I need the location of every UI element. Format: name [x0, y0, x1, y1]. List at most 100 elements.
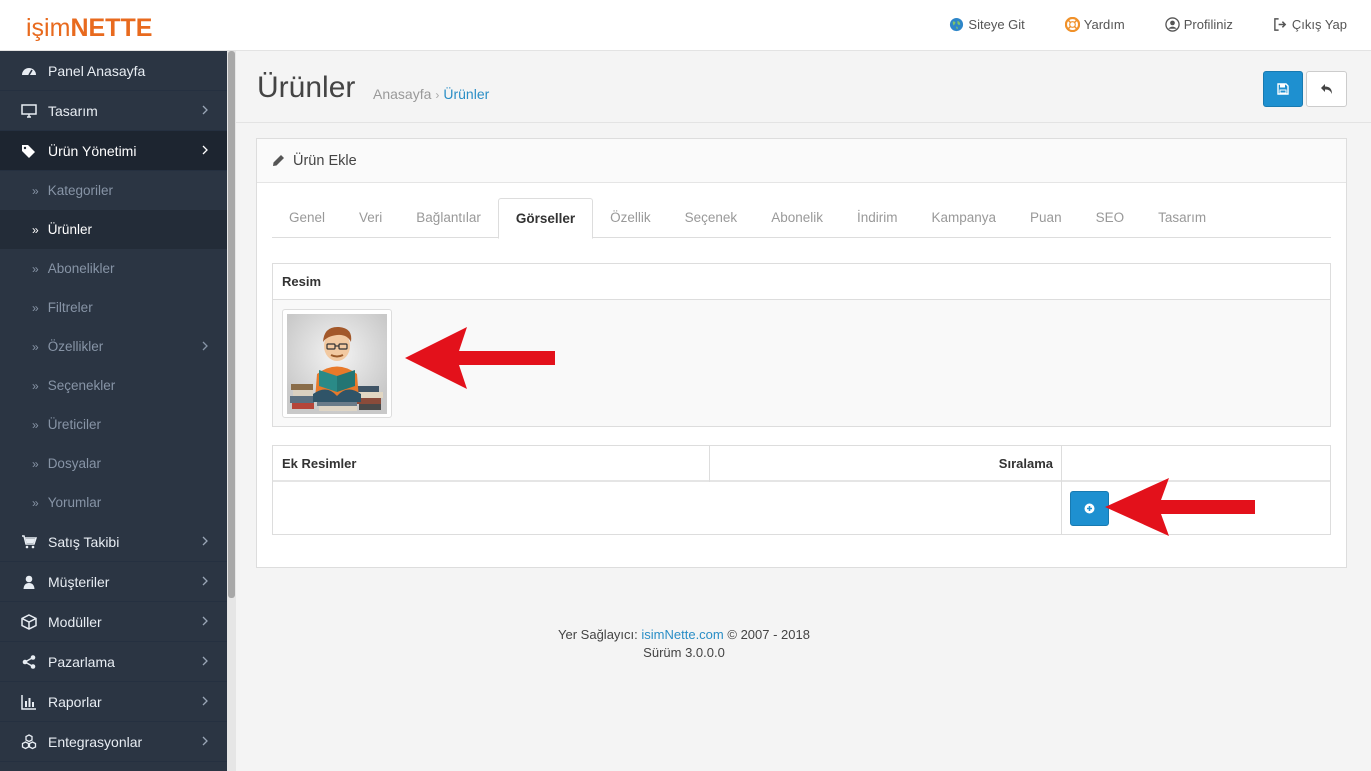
sidebar-item-label: Satış Takibi: [48, 533, 120, 550]
nav-logout-label: Çıkış Yap: [1291, 17, 1347, 32]
sidebar-item-marketing[interactable]: Pazarlama: [0, 642, 227, 682]
chevron-right-icon: [202, 696, 208, 706]
sidebar-item-integrations[interactable]: Entegrasyonlar: [0, 722, 227, 762]
sidebar-item-dashboard[interactable]: Panel Anasayfa: [0, 51, 227, 91]
lifebuoy-icon: [1064, 17, 1080, 32]
sidebar-sub-label: Yorumlar: [47, 495, 102, 510]
sidebar-sub-filters[interactable]: » Filtreler: [0, 288, 227, 327]
sidebar-item-reports[interactable]: Raporlar: [0, 682, 227, 722]
globe-icon: [950, 17, 964, 32]
sidebar-sub-label: Ürünler: [47, 222, 92, 237]
cart-icon: [22, 534, 37, 548]
tab-design[interactable]: Tasarım: [1141, 198, 1223, 238]
tab-attribute[interactable]: Özellik: [593, 198, 668, 238]
sidebar-sub-downloads[interactable]: » Dosyalar: [0, 444, 227, 483]
sort-order-header: Sıralama: [998, 456, 1053, 471]
nav-site-link[interactable]: Siteye Git: [949, 17, 1025, 32]
chevron-right-icon: [202, 536, 208, 546]
footer-version: Sürüm 3.0.0.0: [643, 645, 725, 660]
tab-bar: Genel Veri Bağlantılar Görseller Özellik…: [272, 198, 1331, 239]
chevron-right-icon: [202, 616, 208, 626]
tab-option[interactable]: Seçenek: [668, 198, 755, 238]
sidebar-item-label: Tasarım: [48, 102, 98, 119]
sidebar-sub-subscriptions[interactable]: » Abonelikler: [0, 249, 227, 288]
user-icon: [23, 575, 35, 589]
page-title: Ürünler: [257, 71, 356, 104]
dashboard-icon: [22, 67, 36, 75]
reply-icon: [1320, 84, 1332, 94]
tab-seo[interactable]: SEO: [1079, 198, 1142, 238]
tab-links[interactable]: Bağlantılar: [399, 198, 498, 238]
product-image: [287, 314, 387, 414]
breadcrumb-separator: ›: [435, 88, 440, 102]
top-header: işimNETTE Siteye Git Yardım Profiliniz Ç…: [0, 0, 1371, 51]
sidebar-sub-label: Abonelikler: [47, 261, 115, 276]
table-header-row: Ek Resimler Sıralama: [273, 446, 1330, 482]
sidebar-sub-manufacturers[interactable]: » Üreticiler: [0, 405, 227, 444]
sidebar-item-modules[interactable]: Modüller: [0, 602, 227, 642]
sidebar-sub-label: Seçenekler: [47, 378, 116, 393]
nav-help-link[interactable]: Yardım: [1064, 17, 1125, 32]
sidebar-item-label: Entegrasyonlar: [48, 733, 143, 750]
top-nav: Siteye Git Yardım Profiliniz Çıkış Yap: [949, 17, 1347, 32]
back-button[interactable]: [1306, 71, 1347, 107]
tab-images[interactable]: Görseller: [497, 198, 594, 239]
add-image-button[interactable]: [1070, 491, 1109, 526]
sign-out-icon: [1274, 18, 1287, 31]
sidebar-sub-reviews[interactable]: » Yorumlar: [0, 483, 227, 522]
sidebar-item-sales[interactable]: Satış Takibi: [0, 522, 227, 562]
plus-circle-icon: [1084, 503, 1095, 514]
sidebar-scrollbar[interactable]: [227, 51, 236, 771]
panel-title: Ürün Ekle: [293, 152, 357, 169]
tags-icon: [22, 144, 35, 158]
nav-logout-link[interactable]: Çıkış Yap: [1273, 17, 1347, 32]
save-button[interactable]: [1263, 71, 1303, 107]
save-icon: [1277, 83, 1289, 95]
tab-discount[interactable]: İndirim: [840, 198, 915, 238]
footer-prefix: Yer Sağlayıcı:: [558, 627, 638, 642]
product-image-thumbnail[interactable]: [282, 309, 392, 418]
chevron-right-icon: [202, 341, 208, 351]
sidebar-sub-label: Özellikler: [47, 339, 104, 354]
sidebar-sub-label: Dosyalar: [47, 456, 101, 471]
logo-part1: işim: [26, 14, 71, 42]
sidebar-item-label: Modüller: [48, 613, 102, 630]
sidebar-item-products[interactable]: Ürün Yönetimi: [0, 131, 227, 171]
user-circle-icon: [1165, 17, 1180, 32]
footer-copyright: © 2007 - 2018: [727, 627, 810, 642]
nav-site-label: Siteye Git: [968, 17, 1025, 32]
breadcrumb: Anasayfa › Ürünler: [373, 86, 489, 102]
desktop-icon: [21, 103, 37, 118]
sidebar-sub-label: Üreticiler: [47, 417, 101, 432]
cube-icon: [21, 613, 37, 630]
chevron-right-icon: [202, 145, 208, 155]
chevron-right-icon: [202, 576, 208, 586]
sidebar-item-label: Ürün Yönetimi: [48, 142, 137, 159]
sidebar-item-label: Müşteriler: [48, 573, 110, 590]
sidebar-sub-label: Kategoriler: [47, 183, 113, 198]
tab-special[interactable]: Kampanya: [915, 198, 1014, 238]
sidebar-item-design[interactable]: Tasarım: [0, 91, 227, 131]
logo[interactable]: işimNETTE: [26, 14, 152, 42]
tab-subscription[interactable]: Abonelik: [754, 198, 840, 238]
sidebar-sub-categories[interactable]: » Kategoriler: [0, 171, 227, 210]
nav-profile-link[interactable]: Profiliniz: [1165, 17, 1233, 32]
scrollbar-thumb[interactable]: [228, 51, 235, 598]
sidebar-sub-options[interactable]: » Seçenekler: [0, 366, 227, 405]
breadcrumb-current[interactable]: Ürünler: [443, 86, 489, 102]
sidebar-sub-attributes[interactable]: » Özellikler: [0, 327, 227, 366]
annotation-arrow-left-icon: [1105, 478, 1255, 536]
sidebar-sub-products[interactable]: » Ürünler: [0, 210, 227, 249]
tab-reward-points[interactable]: Puan: [1013, 198, 1079, 238]
chevron-right-icon: [202, 656, 208, 666]
share-icon: [22, 654, 36, 669]
sidebar-item-customers[interactable]: Müşteriler: [0, 562, 227, 602]
image-column-header: Resim: [273, 264, 1330, 300]
chevron-right-icon: [202, 736, 208, 746]
logo-part2: NETTE: [70, 14, 153, 42]
sidebar-item-label: Raporlar: [48, 693, 102, 710]
tab-general[interactable]: Genel: [272, 198, 342, 238]
tab-data[interactable]: Veri: [342, 198, 399, 238]
breadcrumb-home[interactable]: Anasayfa: [373, 86, 431, 102]
footer-provider-link[interactable]: isimNette.com: [641, 627, 723, 642]
